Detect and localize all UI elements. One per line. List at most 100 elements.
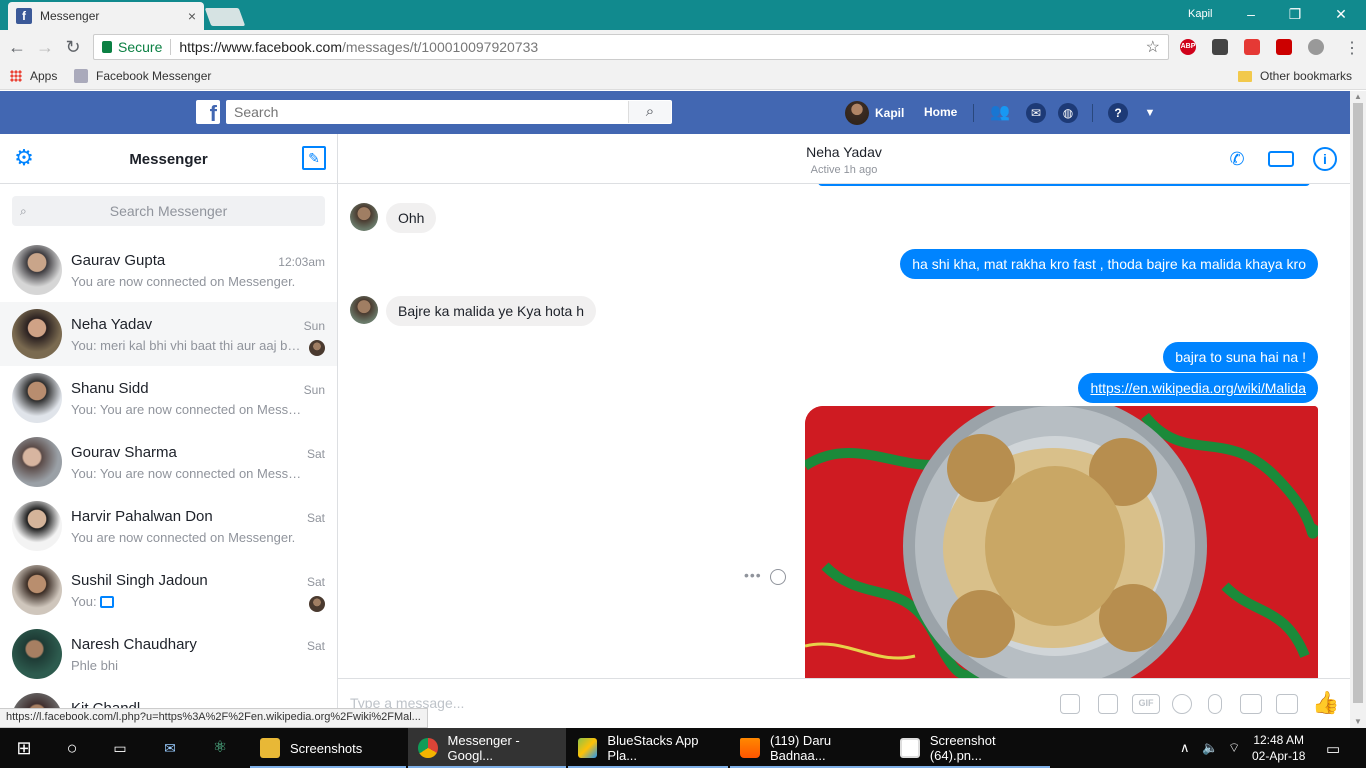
timestamp: Sat bbox=[306, 639, 325, 653]
bookmark-apps-label: Apps bbox=[30, 69, 58, 83]
camera-icon[interactable] bbox=[1276, 694, 1298, 714]
like-thumb-icon[interactable]: 👍 bbox=[1312, 691, 1339, 715]
cortana-circle-icon[interactable]: ○ bbox=[60, 736, 84, 760]
tab-title: Messenger bbox=[40, 9, 100, 23]
video-extension-icon[interactable] bbox=[1244, 39, 1260, 55]
active-status: Active 1h ago bbox=[810, 164, 878, 176]
wikipedia-link[interactable]: https://en.wikipedia.org/wiki/Malida bbox=[1090, 380, 1306, 396]
clock-time: 12:48 AM bbox=[1253, 733, 1305, 747]
browser-titlebar: f Messenger × Kapil – ❐ ✕ bbox=[0, 0, 1366, 30]
info-icon[interactable]: i bbox=[1313, 147, 1337, 171]
compose-new-message-icon[interactable]: ✎ bbox=[302, 146, 326, 170]
conversation-list: Gaurav Gupta 12:03am You are now connect… bbox=[0, 238, 337, 728]
close-window-icon[interactable]: ✕ bbox=[1326, 4, 1356, 24]
url-host: https://www.facebook.com bbox=[179, 39, 342, 55]
search-messenger-input[interactable]: ⌕ Search Messenger bbox=[12, 196, 325, 226]
taskbar-app-bluestacks[interactable]: BlueStacks App Pla... bbox=[568, 728, 728, 768]
friend-requests-icon[interactable]: 👥 bbox=[990, 103, 1010, 123]
search-icon[interactable]: ⌕ bbox=[628, 101, 671, 123]
profile-link[interactable]: Kapil bbox=[845, 101, 904, 125]
messenger-icon[interactable]: ✉ bbox=[1026, 103, 1046, 123]
restore-icon[interactable]: ❐ bbox=[1280, 4, 1310, 24]
wifi-icon[interactable]: ⌔ bbox=[1228, 740, 1240, 756]
list-item[interactable]: Harvir Pahalwan Don Sat You are now conn… bbox=[0, 494, 337, 558]
list-item[interactable]: Naresh Chaudhary Sat Phle bhi bbox=[0, 622, 337, 686]
bookmark-facebook-messenger[interactable]: Facebook Messenger bbox=[74, 69, 211, 83]
taskbar-app-label: Screenshot (64).pn... bbox=[929, 733, 996, 763]
video-call-icon[interactable] bbox=[1268, 151, 1294, 167]
sticker-icon[interactable] bbox=[1098, 694, 1118, 714]
scroll-thumb[interactable] bbox=[1353, 103, 1363, 703]
help-icon[interactable]: ? bbox=[1108, 103, 1128, 123]
atom-icon[interactable]: ⚛ bbox=[208, 736, 232, 760]
photo-upload-icon[interactable] bbox=[1060, 694, 1080, 714]
facebook-logo-icon[interactable]: f bbox=[196, 100, 220, 126]
react-emoji-icon[interactable] bbox=[770, 569, 786, 585]
excel-icon[interactable]: ✉ bbox=[158, 736, 182, 760]
profile-name: Kapil bbox=[875, 106, 905, 120]
notifications-icon[interactable]: ▭ bbox=[1326, 740, 1340, 758]
page-scrollbar[interactable]: ▲ ▼ bbox=[1350, 91, 1366, 728]
contact-name: Neha Yadav bbox=[71, 316, 153, 333]
search-messenger-placeholder: Search Messenger bbox=[109, 203, 228, 219]
facebook-search-input[interactable] bbox=[226, 100, 672, 124]
shared-photo[interactable] bbox=[805, 406, 1318, 678]
scroll-down-icon[interactable]: ▼ bbox=[1350, 716, 1366, 728]
phone-call-icon[interactable]: ✆ bbox=[1226, 147, 1248, 171]
new-tab-button[interactable] bbox=[204, 8, 246, 26]
tray-chevron-icon[interactable]: ∧ bbox=[1180, 740, 1190, 756]
more-options-icon[interactable]: ••• bbox=[744, 567, 762, 583]
list-item[interactable]: Gourav Sharma Sat You: You are now conne… bbox=[0, 430, 337, 494]
chat-contact-name[interactable]: Neha Yadav bbox=[338, 144, 1350, 160]
bookmark-other[interactable]: Other bookmarks bbox=[1238, 69, 1352, 83]
list-item[interactable]: Neha Yadav Sun You: meri kal bhi vhi baa… bbox=[0, 302, 337, 366]
account-menu-chevron-icon[interactable]: ▼ bbox=[1140, 103, 1160, 123]
back-icon[interactable]: ← bbox=[6, 36, 28, 58]
list-item[interactable]: Sushil Singh Jadoun Sat You: bbox=[0, 558, 337, 622]
microphone-icon[interactable] bbox=[1208, 694, 1222, 714]
adblock-extension-icon[interactable]: ABP bbox=[1180, 39, 1196, 55]
avatar bbox=[845, 101, 869, 125]
close-tab-icon[interactable]: × bbox=[188, 8, 196, 24]
chat-header: Neha Yadav Active 1h ago ✆ i bbox=[338, 134, 1350, 184]
youtube-extension-icon[interactable] bbox=[1276, 39, 1292, 55]
avatar bbox=[350, 296, 378, 324]
cloud-extension-icon[interactable] bbox=[1308, 39, 1324, 55]
bookmark-star-icon[interactable]: ☆ bbox=[1146, 37, 1160, 57]
scroll-up-icon[interactable]: ▲ bbox=[1350, 91, 1366, 103]
bookmark-other-label: Other bookmarks bbox=[1260, 69, 1353, 83]
avatar bbox=[12, 437, 62, 487]
volume-icon[interactable]: 🔈 bbox=[1202, 740, 1218, 756]
notifications-globe-icon[interactable]: ◍ bbox=[1058, 103, 1078, 123]
forward-icon[interactable]: → bbox=[34, 36, 56, 58]
home-link[interactable]: Home bbox=[924, 105, 957, 119]
contact-name: Gaurav Gupta bbox=[71, 252, 166, 269]
emoji-icon[interactable] bbox=[1172, 694, 1192, 714]
taskbar-clock[interactable]: 12:48 AM 02-Apr-18 bbox=[1252, 732, 1305, 764]
folder-icon bbox=[260, 738, 280, 758]
minimize-icon[interactable]: – bbox=[1236, 4, 1266, 24]
task-view-icon[interactable]: ▭ bbox=[108, 736, 132, 760]
previous-message-edge bbox=[818, 184, 1310, 186]
browser-tab[interactable]: f Messenger × bbox=[8, 2, 204, 30]
taskbar-app-photos[interactable]: Screenshot (64).pn... bbox=[890, 728, 1050, 768]
shield-extension-icon[interactable] bbox=[1212, 39, 1228, 55]
game-controller-icon[interactable] bbox=[1240, 694, 1262, 714]
list-item[interactable]: Shanu Sidd Sun You: You are now connecte… bbox=[0, 366, 337, 430]
chrome-menu-icon[interactable]: ⋮ bbox=[1344, 38, 1360, 58]
outgoing-link-message: https://en.wikipedia.org/wiki/Malida bbox=[1078, 373, 1318, 403]
gif-icon[interactable]: GIF bbox=[1132, 694, 1160, 714]
list-item[interactable]: Gaurav Gupta 12:03am You are now connect… bbox=[0, 238, 337, 302]
reload-icon[interactable]: ↻ bbox=[62, 36, 84, 58]
bookmark-apps[interactable]: Apps bbox=[10, 69, 57, 83]
taskbar-app-vlc[interactable]: (119) Daru Badnaa... bbox=[730, 728, 890, 768]
contact-name: Harvir Pahalwan Don bbox=[71, 508, 213, 525]
conversation-sidebar: ⚙ Messenger ✎ ⌕ Search Messenger Gaurav … bbox=[0, 134, 338, 728]
seen-avatar-icon bbox=[309, 596, 325, 612]
address-bar[interactable]: Secure https://www.facebook.com /message… bbox=[93, 34, 1169, 60]
avatar bbox=[12, 565, 62, 615]
windows-start-icon[interactable]: ⊞ bbox=[12, 736, 36, 760]
secure-label: Secure bbox=[118, 39, 172, 55]
taskbar-app-screenshots[interactable]: Screenshots bbox=[250, 728, 406, 768]
taskbar-app-chrome[interactable]: Messenger - Googl... bbox=[408, 728, 566, 768]
